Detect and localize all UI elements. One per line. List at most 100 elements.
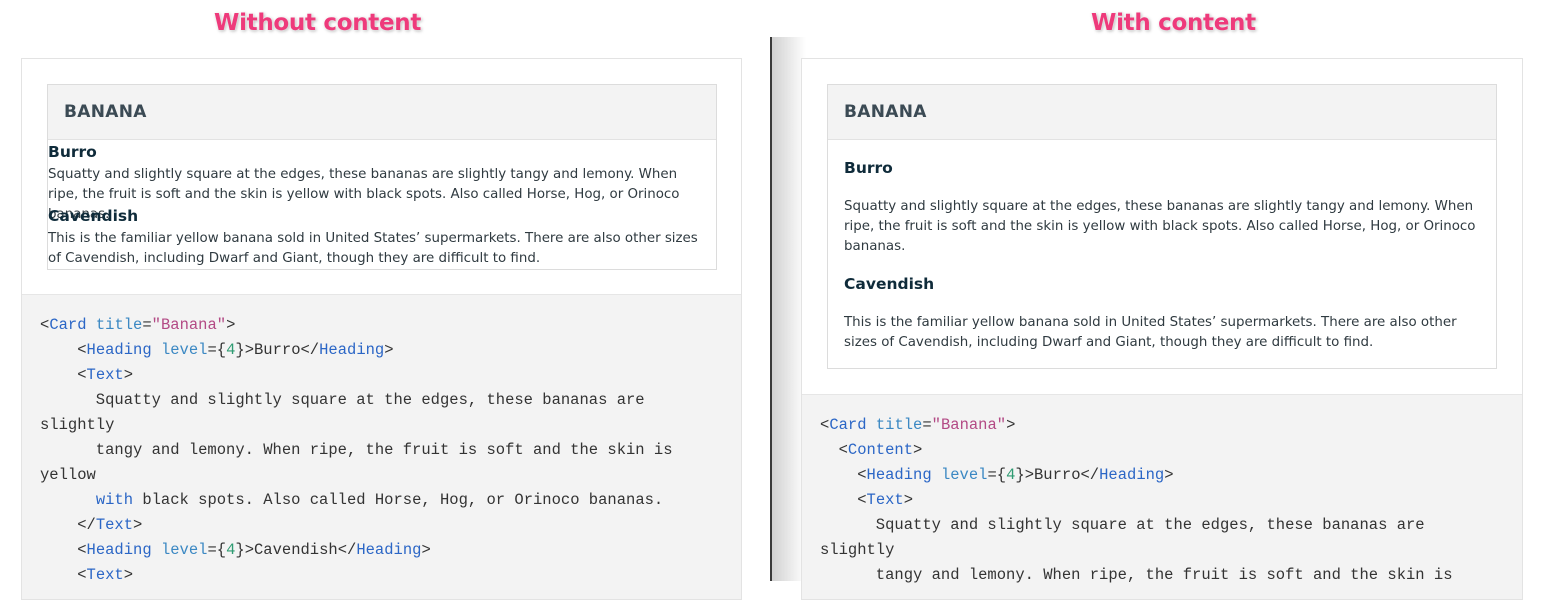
code-token: level bbox=[940, 466, 988, 484]
code-token: black spots. Also called Horse, Hog, or … bbox=[133, 491, 664, 509]
with-content-label: With content bbox=[1091, 10, 1256, 36]
code-line: slightly bbox=[40, 413, 114, 438]
code-line: <Heading level={4}>Cavendish</Heading> bbox=[40, 538, 431, 563]
preview-area: BANANA Burro Squatty and slightly square… bbox=[802, 59, 1522, 395]
code-token: > bbox=[421, 541, 431, 559]
code-token: "Banana" bbox=[151, 316, 227, 334]
code-line: yellow bbox=[40, 463, 96, 488]
code-token: > bbox=[123, 366, 134, 384]
code-line: <Card title="Banana"> bbox=[40, 313, 235, 338]
code-token: = bbox=[142, 316, 152, 334]
card-title: BANANA bbox=[844, 102, 927, 122]
code-token: with bbox=[95, 491, 134, 509]
code-token: yellow bbox=[40, 466, 96, 484]
code-token: < bbox=[40, 541, 87, 559]
code-token: slightly bbox=[820, 541, 895, 559]
code-line: tangy and lemony. When ripe, the fruit i… bbox=[40, 438, 673, 463]
code-token: Heading bbox=[86, 541, 152, 559]
code-token: 4 bbox=[1006, 466, 1016, 484]
code-token: }>Burro</ bbox=[235, 341, 320, 359]
code-line: Squatty and slightly square at the edges… bbox=[40, 388, 645, 413]
code-token: Heading bbox=[356, 541, 422, 559]
code-token: Squatty and slightly square at the edges… bbox=[820, 516, 1425, 534]
code-token: > bbox=[133, 516, 143, 534]
code-token: < bbox=[40, 316, 50, 334]
banana-card: BANANA Burro Squatty and slightly square… bbox=[827, 84, 1497, 369]
code-token: ={ bbox=[207, 341, 227, 359]
code-token: > bbox=[913, 441, 923, 459]
code-token: level bbox=[160, 541, 208, 559]
code-snippet: <Card title="Banana"> <Content> <Heading… bbox=[802, 395, 1522, 599]
text-cavendish: This is the familiar yellow banana sold … bbox=[48, 231, 698, 266]
code-token: </ bbox=[40, 516, 96, 534]
code-token: Squatty and slightly square at the edges… bbox=[40, 391, 645, 409]
example-panel-without-content: BANANA Burro Squatty and slightly square… bbox=[21, 58, 742, 600]
code-token: ={ bbox=[987, 466, 1007, 484]
code-token: tangy and lemony. When ripe, the fruit i… bbox=[40, 441, 673, 459]
without-content-label: Without content bbox=[214, 10, 422, 36]
code-line: <Text> bbox=[40, 363, 133, 388]
code-line: tangy and lemony. When ripe, the fruit i… bbox=[820, 563, 1453, 588]
code-line: slightly bbox=[820, 538, 894, 563]
code-token: Text bbox=[95, 516, 134, 534]
code-token: level bbox=[160, 341, 208, 359]
code-token: "Banana" bbox=[931, 416, 1007, 434]
code-token: 4 bbox=[226, 341, 236, 359]
code-line: <Heading level={4}>Burro</Heading> bbox=[820, 463, 1174, 488]
code-token: = bbox=[922, 416, 932, 434]
code-token: ={ bbox=[207, 541, 227, 559]
code-token: slightly bbox=[40, 416, 115, 434]
example-panel-with-content: BANANA Burro Squatty and slightly square… bbox=[801, 58, 1523, 600]
code-token: tangy and lemony. When ripe, the fruit i… bbox=[820, 566, 1453, 584]
code-token: }>Cavendish</ bbox=[235, 541, 357, 559]
code-token: Heading bbox=[319, 341, 385, 359]
code-token: < bbox=[40, 341, 87, 359]
card-title: BANANA bbox=[64, 102, 147, 122]
text-cavendish: This is the familiar yellow banana sold … bbox=[844, 315, 1457, 350]
code-token: > bbox=[123, 566, 134, 584]
code-line: </Text> bbox=[40, 513, 142, 538]
card-header: BANANA bbox=[48, 85, 716, 140]
code-line: <Card title="Banana"> bbox=[820, 413, 1015, 438]
code-line: Squatty and slightly square at the edges… bbox=[820, 513, 1425, 538]
code-token: < bbox=[820, 441, 848, 459]
code-token: Heading bbox=[86, 341, 152, 359]
card-header: BANANA bbox=[828, 85, 1496, 140]
code-token: Content bbox=[847, 441, 914, 459]
code-token: < bbox=[820, 466, 867, 484]
code-line: <Heading level={4}>Burro</Heading> bbox=[40, 338, 393, 363]
banana-card: BANANA Burro Squatty and slightly square… bbox=[47, 84, 717, 270]
text-burro: Squatty and slightly square at the edges… bbox=[844, 199, 1476, 254]
code-token: > bbox=[1164, 466, 1174, 484]
code-token: title bbox=[95, 316, 143, 334]
code-token: title bbox=[875, 416, 923, 434]
code-token: Text bbox=[866, 491, 904, 509]
preview-area: BANANA Burro Squatty and slightly square… bbox=[22, 59, 741, 295]
code-token: 4 bbox=[226, 541, 236, 559]
heading-burro: Burro bbox=[48, 143, 97, 161]
code-token: > bbox=[903, 491, 914, 509]
code-snippet: <Card title="Banana"> <Heading level={4}… bbox=[22, 295, 741, 599]
code-token: < bbox=[820, 491, 867, 509]
code-token: Heading bbox=[1099, 466, 1165, 484]
code-token: < bbox=[40, 366, 87, 384]
code-token: < bbox=[40, 566, 87, 584]
code-token: }>Burro</ bbox=[1015, 466, 1100, 484]
code-token: < bbox=[820, 416, 830, 434]
code-line: <Text> bbox=[40, 563, 133, 588]
code-token: Text bbox=[86, 366, 124, 384]
heading-cavendish: Cavendish bbox=[48, 207, 139, 225]
code-token: Text bbox=[86, 566, 124, 584]
code-token: Heading bbox=[866, 466, 932, 484]
heading-cavendish: Cavendish bbox=[844, 275, 935, 293]
code-token: > bbox=[226, 316, 236, 334]
code-token: > bbox=[1006, 416, 1016, 434]
code-line: with black spots. Also called Horse, Hog… bbox=[40, 488, 663, 513]
code-line: <Text> bbox=[820, 488, 913, 513]
